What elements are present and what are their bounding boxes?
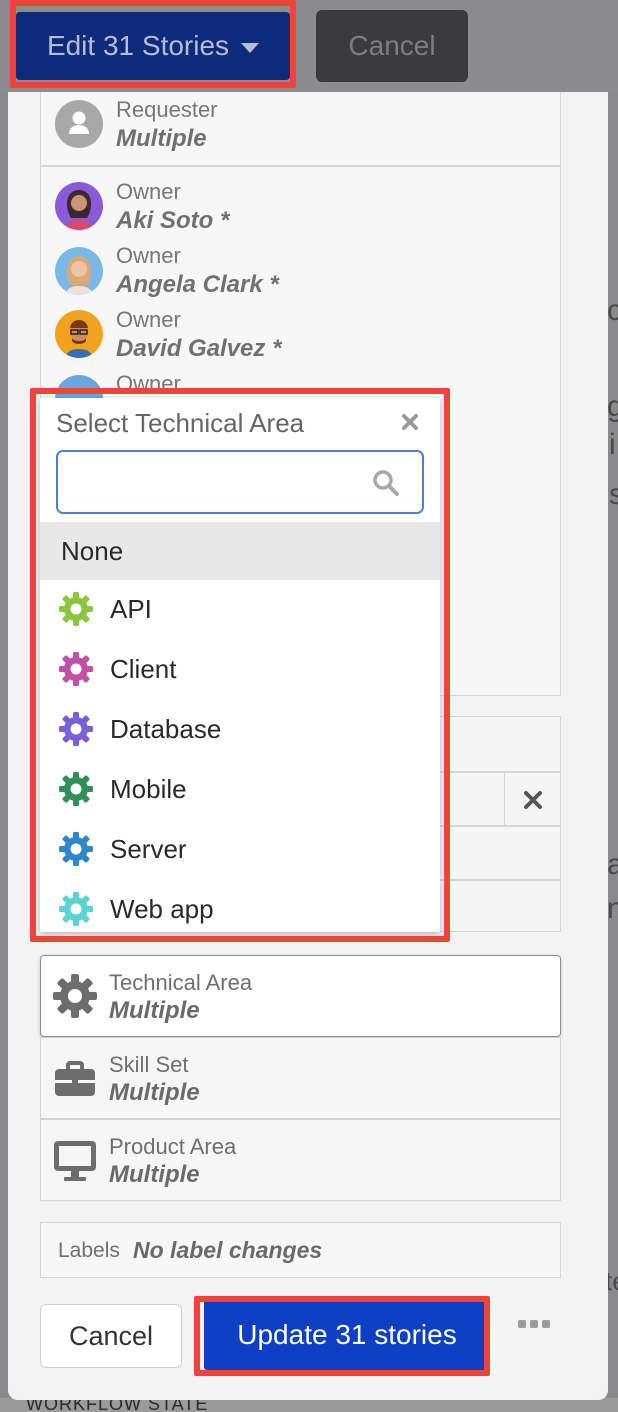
user-icon	[55, 100, 103, 148]
highlight-box	[194, 1296, 490, 1376]
bg-fragment: s	[609, 478, 618, 511]
owner-label: Owner	[116, 243, 181, 268]
avatar	[55, 310, 103, 358]
bg-fragment: c	[607, 294, 618, 327]
skill-set-field[interactable]: Skill Set Multiple	[40, 1037, 561, 1119]
cancel-button[interactable]: Cancel	[40, 1304, 182, 1368]
labels-label: Labels	[58, 1239, 120, 1262]
bottom-strip: WORKFLOW STATE	[0, 1398, 618, 1412]
highlight-box	[30, 388, 450, 942]
close-icon	[523, 791, 542, 809]
bg-fragment: a	[607, 848, 618, 881]
bg-fragment: i	[609, 428, 616, 461]
requester-label: Requester	[116, 97, 218, 122]
labels-value: No label changes	[133, 1237, 323, 1263]
briefcase-icon	[55, 1061, 95, 1096]
gear-icon	[53, 974, 97, 1018]
technical-area-label: Technical Area	[109, 970, 253, 995]
clear-button[interactable]	[504, 773, 560, 827]
avatar	[55, 247, 103, 295]
technical-area-field[interactable]: Technical Area Multiple	[40, 955, 561, 1037]
bg-fragment: g	[607, 390, 618, 423]
owner-label: Owner	[116, 179, 181, 204]
owner-name: David Galvez *	[116, 335, 282, 362]
owner-name: Angela Clark *	[116, 271, 279, 298]
more-options-icon[interactable]	[518, 1320, 550, 1328]
avatar	[55, 182, 103, 230]
requester-value: Multiple	[116, 125, 207, 152]
product-area-value: Multiple	[109, 1161, 200, 1188]
skill-set-value: Multiple	[109, 1079, 200, 1106]
top-cancel-button[interactable]: Cancel	[316, 10, 468, 82]
monitor-icon	[54, 1141, 96, 1181]
skill-set-label: Skill Set	[109, 1052, 189, 1077]
labels-field[interactable]: Labels No label changes	[40, 1222, 561, 1278]
highlight-box	[10, 0, 296, 88]
requester-field[interactable]: Requester Multiple	[40, 92, 561, 166]
product-area-field[interactable]: Product Area Multiple	[40, 1119, 561, 1201]
product-area-label: Product Area	[109, 1134, 237, 1159]
workflow-state-label: WORKFLOW STATE	[26, 1398, 209, 1412]
bg-fragment: n	[607, 892, 618, 925]
technical-area-value: Multiple	[109, 997, 200, 1024]
owner-label: Owner	[116, 307, 181, 332]
owner-name: Aki Soto *	[116, 207, 230, 234]
